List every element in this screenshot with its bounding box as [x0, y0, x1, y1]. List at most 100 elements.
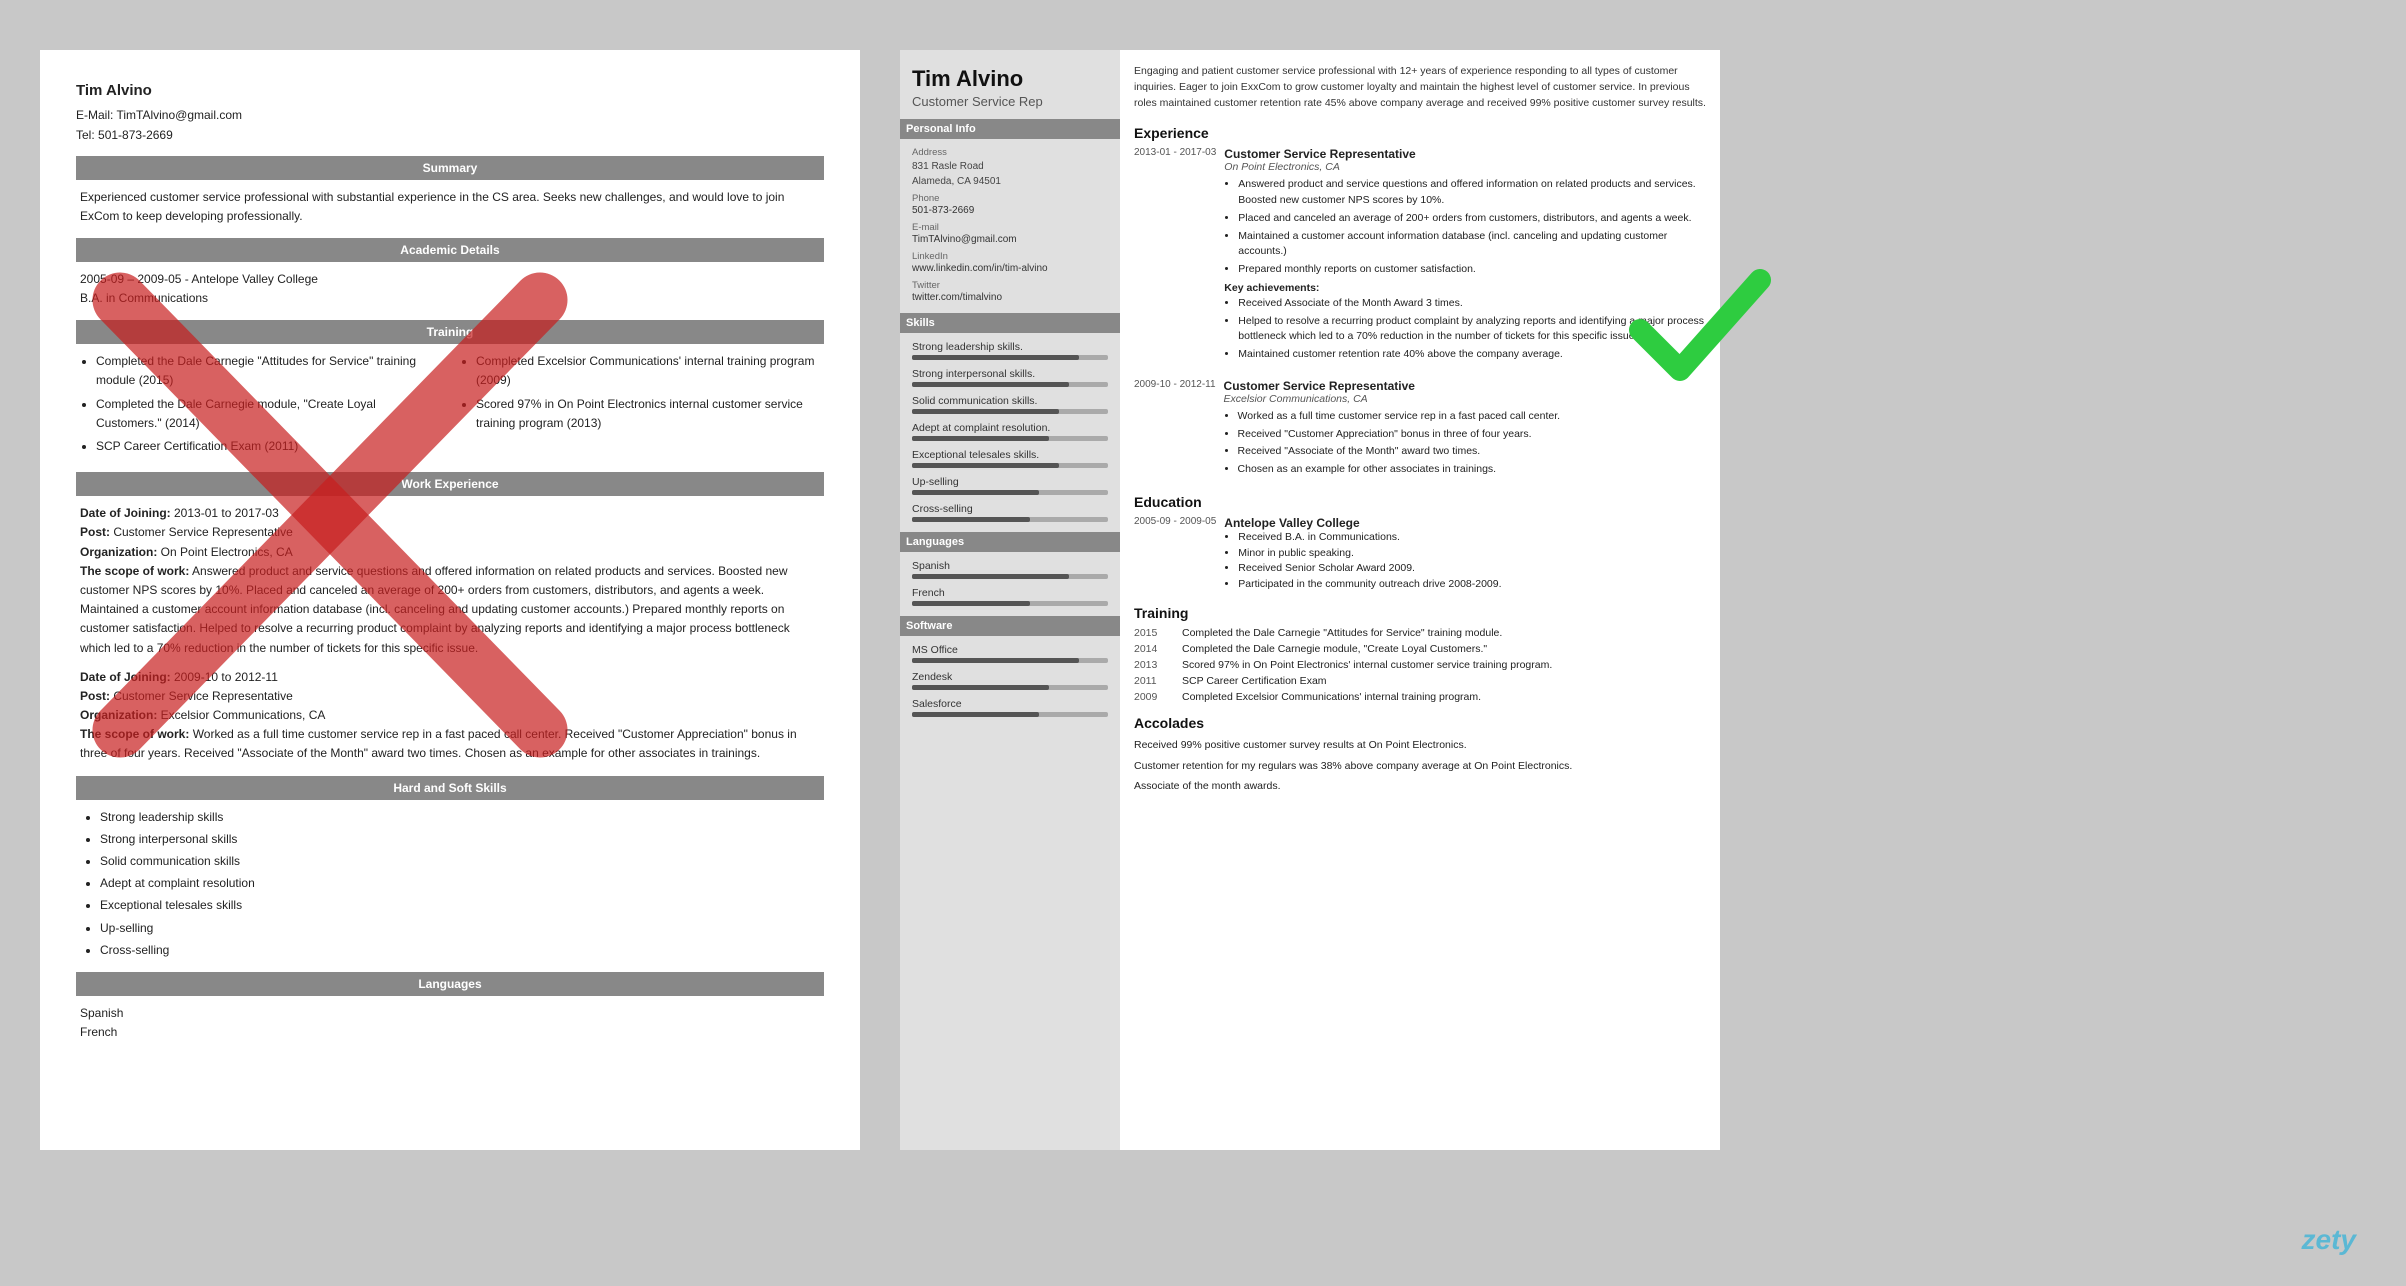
list-item: Completed Excelsior Communications' inte…	[476, 352, 820, 390]
list-item: French	[80, 1023, 820, 1042]
edu-school: Antelope Valley College	[1224, 516, 1706, 530]
sidebar-skill-label: Adept at complaint resolution.	[912, 422, 1108, 434]
accolade-entry: Customer retention for my regulars was 3…	[1134, 758, 1706, 775]
sidebar-skill-label: French	[912, 587, 1108, 599]
sidebar-skill-bar	[912, 409, 1108, 414]
right-sidebar: Tim Alvino Customer Service Rep Personal…	[900, 50, 1120, 1150]
training-right-list: Completed Excelsior Communications' inte…	[460, 352, 820, 460]
skills-bars: Strong leadership skills.Strong interper…	[912, 341, 1108, 522]
resume-right: Tim Alvino Customer Service Rep Personal…	[900, 50, 1720, 1150]
accolade-entry: Associate of the month awards.	[1134, 778, 1706, 795]
sidebar-skill-label: Solid communication skills.	[912, 395, 1108, 407]
sidebar-skill-bar	[912, 685, 1108, 690]
academic-header: Academic Details	[76, 238, 824, 262]
list-item: Worked as a full time customer service r…	[1238, 409, 1706, 425]
list-item: Adept at complaint resolution	[100, 874, 820, 893]
training-section-title: Training	[1134, 605, 1706, 621]
list-item: Participated in the community outreach d…	[1238, 577, 1706, 593]
training-entry: 2013 Scored 97% in On Point Electronics' …	[1134, 659, 1706, 671]
email-value: TimTAlvino@gmail.com	[912, 234, 1108, 245]
accolade-entry: Received 99% positive customer survey re…	[1134, 737, 1706, 754]
linkedin-value: www.linkedin.com/in/tim-alvino	[912, 263, 1108, 274]
address-value: 831 Rasle RoadAlameda, CA 94501	[912, 159, 1108, 189]
left-name: Tim Alvino	[76, 80, 824, 103]
sidebar-skill-bar	[912, 574, 1108, 579]
training-left-list: Completed the Dale Carnegie "Attitudes f…	[80, 352, 440, 460]
sidebar-skill-bar	[912, 712, 1108, 717]
list-item: Chosen as an example for other associate…	[1238, 462, 1706, 478]
skills-section-label: Skills	[900, 313, 1120, 333]
sidebar-skill-label: Strong leadership skills.	[912, 341, 1108, 353]
training-text: Scored 97% in On Point Electronics' inte…	[1182, 659, 1552, 671]
languages-section-label: Languages	[900, 532, 1120, 552]
right-summary: Engaging and patient customer service pr…	[1134, 64, 1706, 111]
right-name: Tim Alvino	[912, 66, 1108, 92]
work-entry-1: Date of Joining: 2013-01 to 2017-03 Post…	[80, 504, 820, 658]
list-item: Answered product and service questions a…	[1238, 177, 1706, 209]
training-year: 2009	[1134, 691, 1174, 703]
work-header: Work Experience	[76, 472, 824, 496]
edu-date: 2005-09 - 2009-05	[1134, 516, 1216, 593]
training-container: 2015Completed the Dale Carnegie "Attitud…	[1134, 627, 1706, 703]
twitter-value: twitter.com/timalvino	[912, 292, 1108, 303]
list-item: Strong interpersonal skills	[100, 830, 820, 849]
list-item: Up-selling	[100, 919, 820, 938]
education-container: 2005-09 - 2009-05Antelope Valley College…	[1134, 516, 1706, 593]
zety-brand: zety	[2302, 1224, 2356, 1256]
summary-header: Summary	[76, 156, 824, 180]
languages-content: Spanish French	[76, 1004, 824, 1042]
list-item: Spanish	[80, 1004, 820, 1023]
sidebar-skill-bar	[912, 355, 1108, 360]
experience-section-title: Experience	[1134, 125, 1706, 141]
phone-value: 501-873-2669	[912, 205, 1108, 216]
training-entry: 2015Completed the Dale Carnegie "Attitud…	[1134, 627, 1706, 639]
edu-bullets: Received B.A. in Communications.Minor in…	[1224, 530, 1706, 593]
languages-header: Languages	[76, 972, 824, 996]
list-item: Scored 97% in On Point Electronics inter…	[476, 395, 820, 433]
exp-company: On Point Electronics, CA	[1224, 161, 1706, 173]
sidebar-skill-label: Salesforce	[912, 698, 1108, 710]
training-year: 2011	[1134, 675, 1174, 687]
training-text: Completed the Dale Carnegie module, "Cre…	[1182, 643, 1487, 655]
software-bars: MS Office Zendesk Salesforce	[912, 644, 1108, 717]
linkedin-label: LinkedIn	[912, 251, 1108, 262]
exp-date: 2009-10 - 2012-11	[1134, 379, 1216, 480]
training-text: SCP Career Certification Exam	[1182, 675, 1327, 687]
training-entry: 2014Completed the Dale Carnegie module, …	[1134, 643, 1706, 655]
edu-content: Antelope Valley CollegeReceived B.A. in …	[1224, 516, 1706, 593]
right-title: Customer Service Rep	[912, 94, 1108, 109]
sidebar-skill-label: Up-selling	[912, 476, 1108, 488]
sidebar-skill-bar	[912, 436, 1108, 441]
training-entry: 2009 Completed Excelsior Communications' …	[1134, 691, 1706, 703]
list-item: Received B.A. in Communications.	[1238, 530, 1706, 546]
training-text: Completed Excelsior Communications' inte…	[1182, 691, 1481, 703]
education-entry: 2005-09 - 2009-05Antelope Valley College…	[1134, 516, 1706, 593]
green-check-overlay	[1620, 250, 1780, 410]
sidebar-skill-bar	[912, 490, 1108, 495]
list-item: Received "Associate of the Month" award …	[1238, 444, 1706, 460]
personal-info-label: Personal Info	[900, 119, 1120, 139]
work-content: Date of Joining: 2013-01 to 2017-03 Post…	[76, 504, 824, 763]
sidebar-skill-label: Zendesk	[912, 671, 1108, 683]
languages-bars: Spanish French	[912, 560, 1108, 606]
training-year: 2013	[1134, 659, 1174, 671]
accolades-section-title: Accolades	[1134, 715, 1706, 731]
list-item: Received Senior Scholar Award 2009.	[1238, 561, 1706, 577]
education-section-title: Education	[1134, 494, 1706, 510]
list-item: Placed and canceled an average of 200+ o…	[1238, 211, 1706, 227]
resume-left: Tim Alvino E-Mail: TimTAlvino@gmail.com …	[40, 50, 860, 1150]
sidebar-skill-bar	[912, 382, 1108, 387]
list-item: Exceptional telesales skills	[100, 896, 820, 915]
list-item: Strong leadership skills	[100, 808, 820, 827]
skills-header: Hard and Soft Skills	[76, 776, 824, 800]
sidebar-skill-bar	[912, 601, 1108, 606]
address-label: Address	[912, 147, 1108, 158]
exp-job-title: Customer Service Representative	[1224, 147, 1706, 161]
list-item: Cross-selling	[100, 941, 820, 960]
sidebar-skill-label: MS Office	[912, 644, 1108, 656]
left-tel: Tel: 501-873-2669	[76, 126, 824, 144]
sidebar-skill-label: Spanish	[912, 560, 1108, 572]
training-text: Completed the Dale Carnegie "Attitudes f…	[1182, 627, 1502, 639]
summary-content: Experienced customer service professiona…	[76, 188, 824, 226]
exp-date: 2013-01 - 2017-03	[1134, 147, 1216, 365]
